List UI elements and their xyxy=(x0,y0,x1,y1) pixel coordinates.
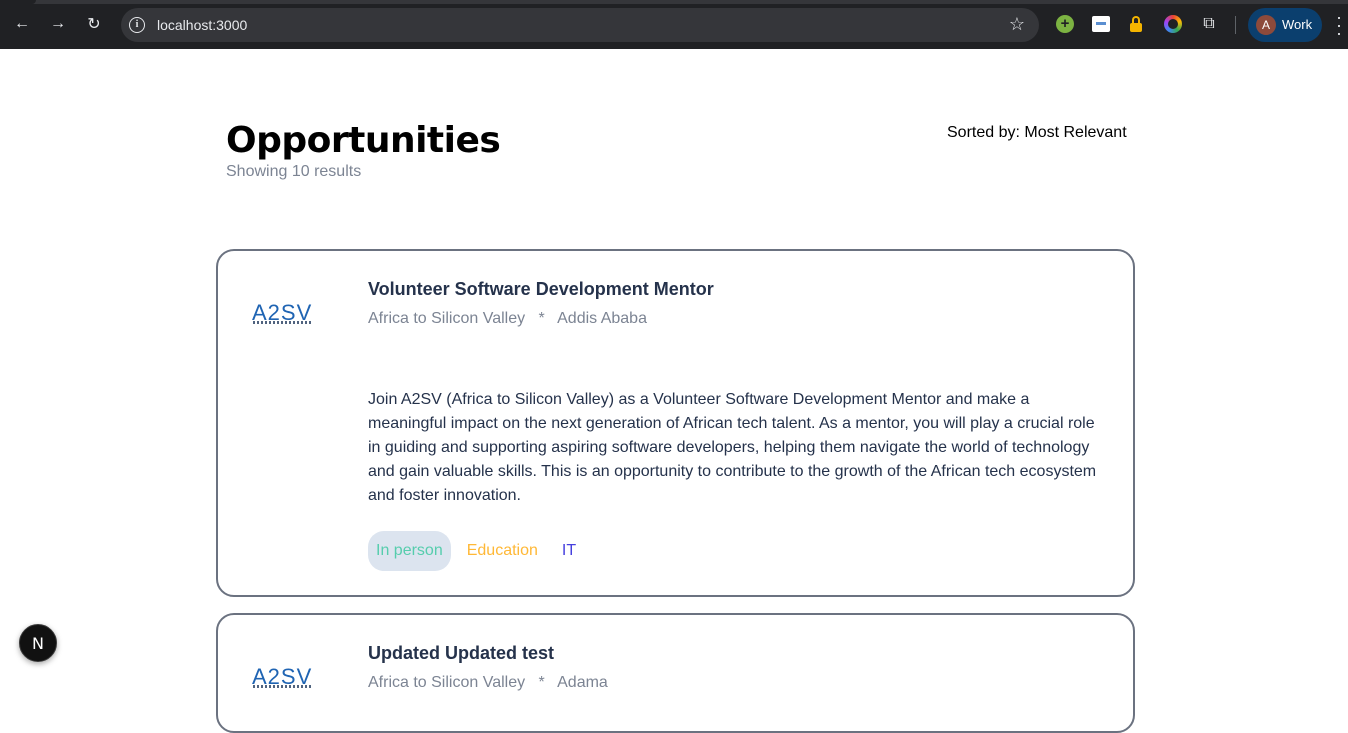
tag-list: In person Education IT xyxy=(368,531,584,571)
lock-body xyxy=(1130,23,1142,32)
dev-tools-badge[interactable]: N xyxy=(19,624,57,662)
logo-tagline xyxy=(253,321,311,324)
sort-dropdown[interactable]: Sorted by: Most Relevant xyxy=(947,124,1127,142)
address-url[interactable]: localhost:3000 xyxy=(157,17,247,33)
active-tab-edge xyxy=(0,0,36,4)
forward-icon[interactable]: → xyxy=(46,12,70,36)
browser-toolbar: ← → ↻ i localhost:3000 ☆ + ⧉ A Work · · · xyxy=(0,0,1348,49)
tab-strip xyxy=(0,0,1348,4)
lock-icon[interactable] xyxy=(1130,16,1142,32)
logo-tagline xyxy=(253,685,311,688)
profile-label: Work xyxy=(1282,17,1313,32)
opportunity-card[interactable]: A2SV Updated Updated test Africa to Sili… xyxy=(216,613,1135,733)
more-menu-icon[interactable]: · · · xyxy=(1336,8,1348,42)
color-ring-icon[interactable] xyxy=(1164,15,1182,33)
back-icon[interactable]: ← xyxy=(10,12,34,36)
card-icon[interactable] xyxy=(1092,16,1110,32)
job-title[interactable]: Updated Updated test xyxy=(368,643,554,664)
toolbar-divider xyxy=(1235,16,1236,34)
opportunity-card[interactable]: A2SV Volunteer Software Development Ment… xyxy=(216,249,1135,597)
bookmark-star-icon[interactable]: ☆ xyxy=(1009,14,1025,35)
tag-it: IT xyxy=(561,542,577,559)
avatar: A xyxy=(1256,15,1276,35)
green-plus-icon[interactable]: + xyxy=(1056,15,1074,33)
job-title[interactable]: Volunteer Software Development Mentor xyxy=(368,279,714,300)
company-logo: A2SV xyxy=(252,664,316,694)
puzzle-icon[interactable]: ⧉ xyxy=(1200,15,1218,33)
job-description: Join A2SV (Africa to Silicon Valley) as … xyxy=(368,391,1097,504)
job-meta: Africa to Silicon Valley * Adama xyxy=(368,674,608,691)
page-title: Opportunities xyxy=(226,120,501,161)
company-logo: A2SV xyxy=(252,300,316,330)
address-bar[interactable]: i localhost:3000 ☆ xyxy=(121,8,1039,42)
job-meta: Africa to Silicon Valley * Addis Ababa xyxy=(368,310,647,327)
result-count: Showing 10 results xyxy=(226,163,362,180)
tag-education: Education xyxy=(466,542,538,559)
site-info-icon[interactable]: i xyxy=(129,17,145,33)
tag-in-person: In person xyxy=(368,531,451,571)
profile-button[interactable]: A Work xyxy=(1248,8,1322,42)
reload-icon[interactable]: ↻ xyxy=(82,12,106,36)
